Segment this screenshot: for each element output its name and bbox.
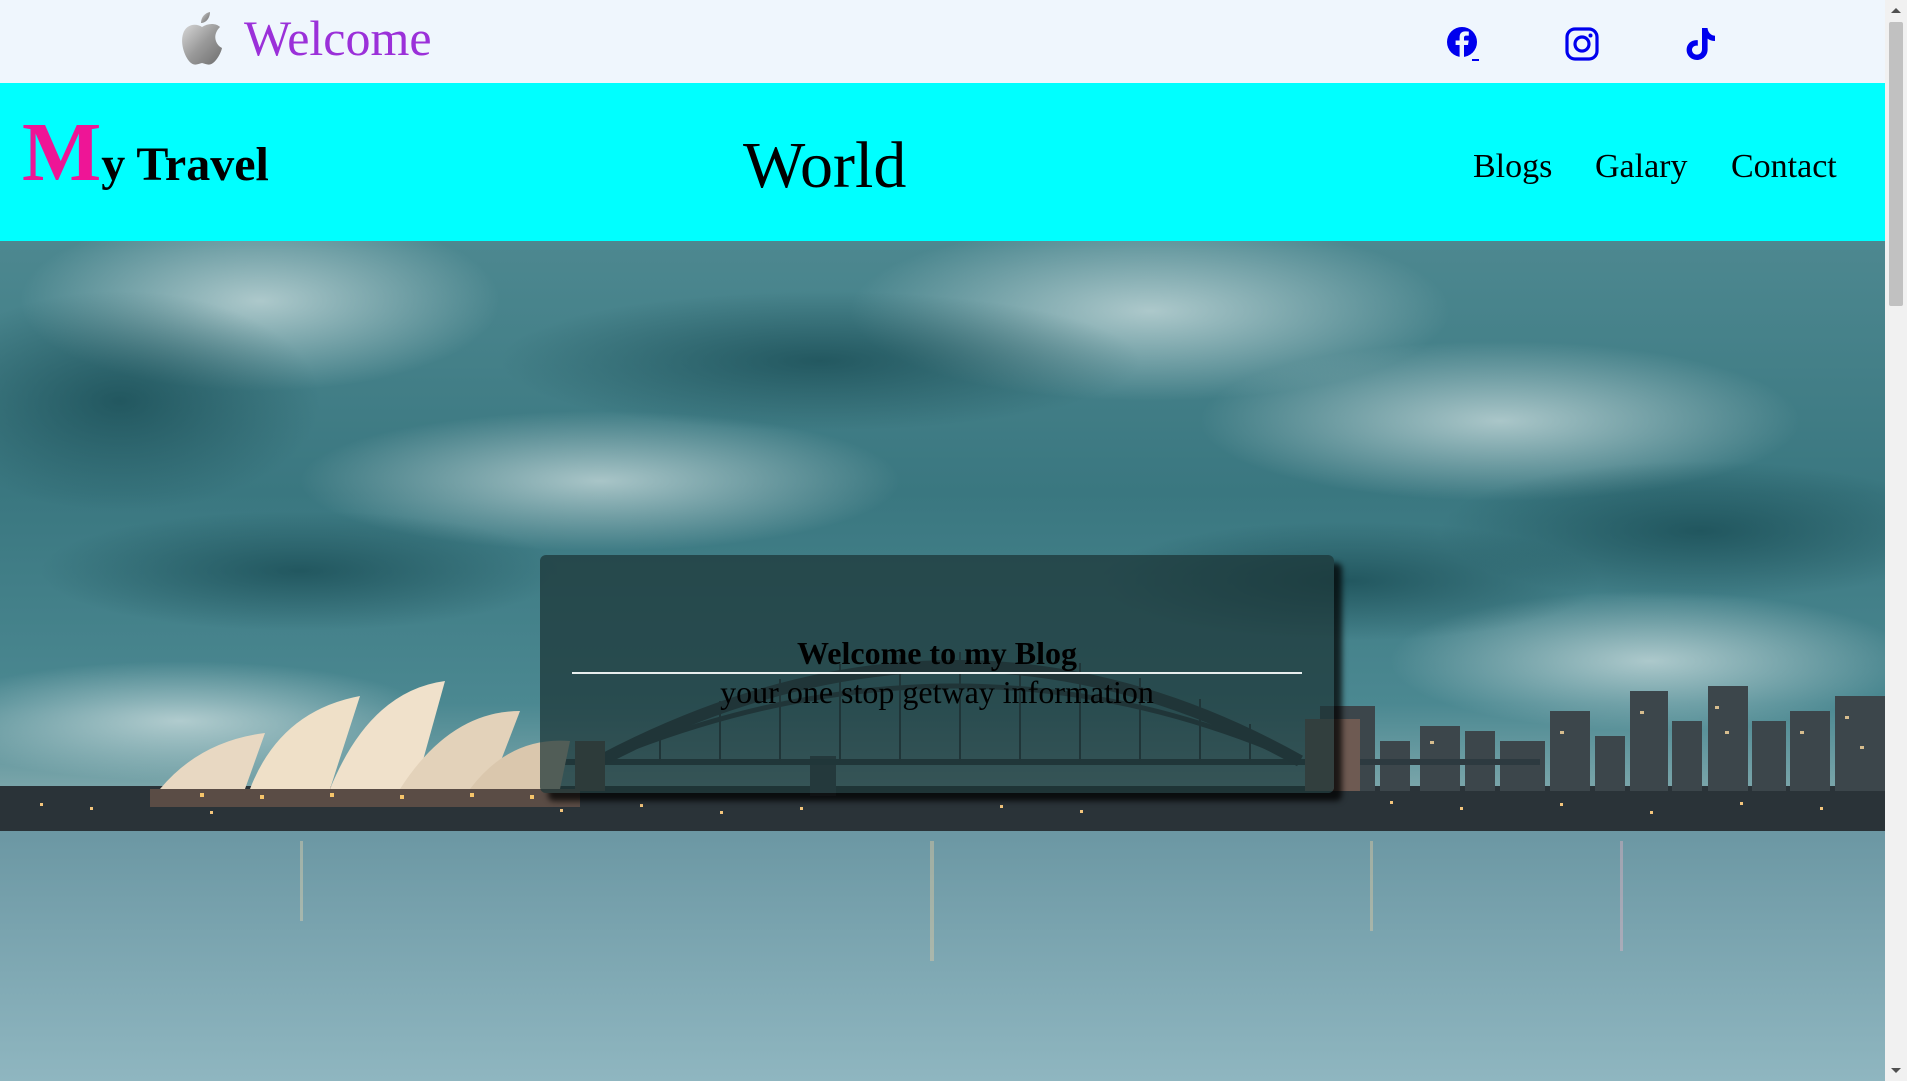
tiktok-icon[interactable] [1680,24,1720,64]
instagram-icon[interactable] [1562,24,1602,64]
brand-name: y Travel [101,138,269,191]
card-title: Welcome to my Blog [797,635,1077,671]
welcome-card: Welcome to my Blog your one stop getway … [540,555,1334,793]
nav-link-galary[interactable]: Galary [1595,147,1688,187]
page: Welcome My Travel World Blogs Galary Con… [0,0,1885,1081]
hero-image: Welcome to my Blog your one stop getway … [0,241,1885,1081]
scroll-down-arrow-icon[interactable] [1885,1061,1907,1081]
nav-link-blogs[interactable]: Blogs [1473,147,1552,187]
facebook-icon[interactable] [1442,24,1482,64]
nav-bar: My Travel World Blogs Galary Contact [0,83,1885,241]
nav-link-contact[interactable]: Contact [1731,147,1837,187]
scrollbar-thumb[interactable] [1889,22,1903,306]
brand-initial: M [22,106,102,199]
vertical-scrollbar[interactable] [1885,0,1907,1081]
scroll-up-arrow-icon[interactable] [1885,0,1907,20]
brand-logo[interactable]: My Travel [22,111,269,195]
welcome-title: Welcome [244,10,432,66]
card-subtitle: your one stop getway information [720,674,1154,710]
top-bar: Welcome [0,0,1885,83]
apple-icon [180,10,224,66]
nav-center-title: World [743,129,907,202]
